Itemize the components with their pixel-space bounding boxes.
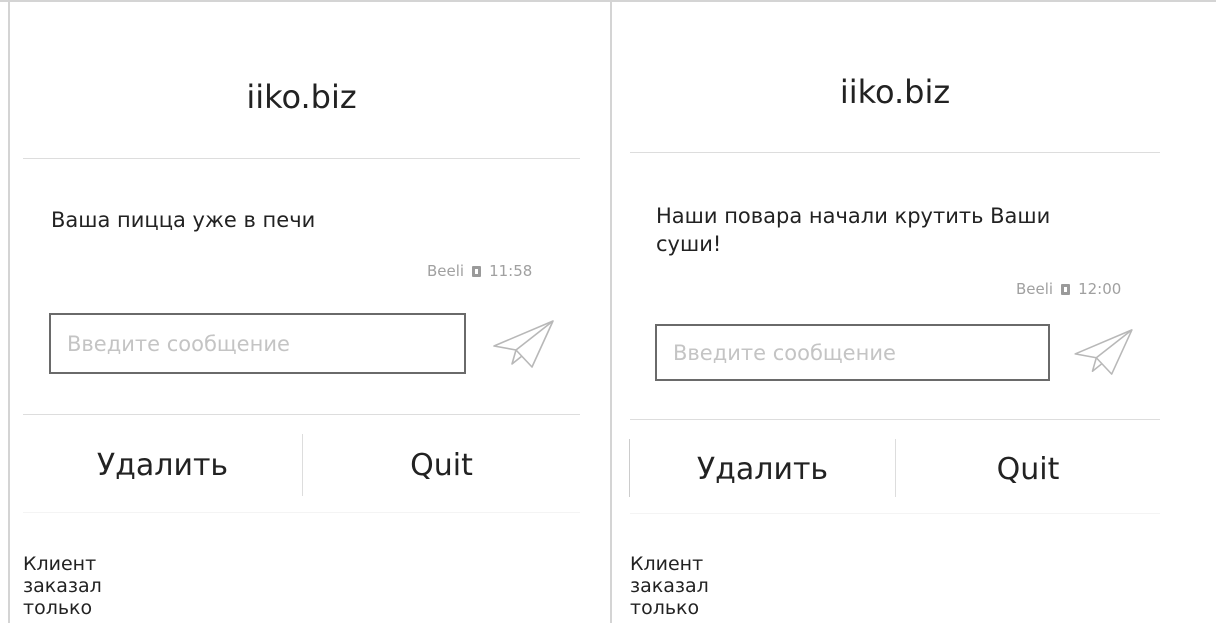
message-meta: Beeli 12:00	[1016, 280, 1121, 298]
sender-name: Beeli	[1016, 280, 1054, 298]
left-border	[8, 2, 10, 623]
header-divider	[630, 152, 1160, 153]
comparison-page: iiko.biz Ваша пицца уже в печи Beeli 11:…	[0, 0, 1216, 623]
app-title: iiko.biz	[246, 78, 357, 116]
sender-name: Beeli	[427, 262, 465, 280]
delete-button[interactable]: Удалить	[23, 448, 302, 483]
paper-plane-icon[interactable]	[1073, 327, 1135, 377]
message-input[interactable]	[655, 324, 1050, 381]
input-divider	[23, 414, 580, 415]
caption-text: Клиент заказал только суши	[630, 553, 709, 623]
device-icon	[1061, 283, 1071, 295]
message-input[interactable]	[49, 313, 466, 374]
message-time: 12:00	[1078, 280, 1122, 298]
paper-plane-icon[interactable]	[492, 318, 556, 370]
message-text: Ваша пицца уже в печи	[51, 208, 316, 232]
center-divider	[610, 2, 612, 623]
quit-button[interactable]: Quit	[896, 452, 1160, 487]
message-text: Наши повара начали крутить Ваши суши!	[656, 204, 1051, 256]
header-divider	[23, 158, 580, 159]
device-icon	[472, 265, 482, 277]
input-divider	[630, 419, 1160, 420]
app-title: iiko.biz	[839, 73, 951, 111]
quit-button[interactable]: Quit	[303, 448, 580, 483]
message-time: 11:58	[489, 262, 533, 280]
card-bottom-edge	[23, 512, 580, 513]
delete-button[interactable]: Удалить	[630, 452, 895, 487]
message-meta: Beeli 11:58	[427, 262, 532, 280]
caption-text: Клиент заказал только пиццу	[23, 553, 102, 623]
card-bottom-edge	[630, 513, 1160, 514]
